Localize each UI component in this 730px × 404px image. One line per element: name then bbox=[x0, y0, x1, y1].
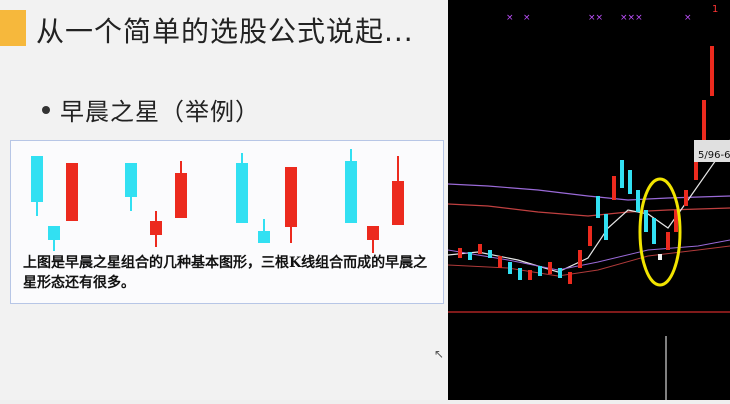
chart-candle bbox=[528, 270, 532, 280]
chart-candle bbox=[710, 46, 714, 96]
chart-candle bbox=[628, 170, 632, 194]
example-3-bull-candle bbox=[285, 167, 297, 227]
example-1-bear-candle bbox=[31, 156, 43, 202]
chart-candle bbox=[488, 250, 492, 258]
slide: 从一个简单的选股公式说起... 早晨之星（举例） 上图是早晨之星组合的几种基本图… bbox=[0, 0, 730, 400]
top-marker: × bbox=[506, 13, 514, 23]
chart-candle bbox=[684, 190, 688, 206]
chart-candle bbox=[578, 250, 582, 268]
mouse-cursor-icon: ↖ bbox=[434, 347, 445, 361]
chart-candle bbox=[518, 268, 522, 280]
morning-star-example-panel: 上图是早晨之星组合的几种基本图形，三根K线组合而成的早晨之星形态还有很多。 bbox=[10, 140, 444, 304]
top-marker: × bbox=[523, 13, 531, 23]
title-accent-bar bbox=[0, 10, 26, 46]
example-4-bear-candle bbox=[345, 161, 357, 223]
chart-candle bbox=[458, 248, 462, 258]
top-marker: × bbox=[684, 13, 692, 23]
example-candles bbox=[31, 149, 404, 253]
example-4-bull-candle bbox=[392, 181, 404, 225]
chart-candle bbox=[702, 100, 706, 140]
bullet-item: 早晨之星（举例） bbox=[42, 92, 260, 127]
chart-candle bbox=[558, 268, 562, 278]
example-caption: 上图是早晨之星组合的几种基本图形，三根K线组合而成的早晨之星形态还有很多。 bbox=[23, 255, 428, 291]
chart-candle bbox=[588, 226, 592, 246]
bullet-text: 早晨之星（举例） bbox=[60, 98, 260, 126]
chart-candle bbox=[636, 190, 640, 212]
chart-candle bbox=[498, 256, 502, 268]
chart-candle bbox=[568, 272, 572, 284]
example-2-bear-candle bbox=[125, 163, 137, 197]
top-marker: ××× bbox=[620, 13, 643, 23]
slide-title: 从一个简单的选股公式说起... bbox=[36, 15, 414, 48]
example-1-bull-candle bbox=[66, 163, 78, 221]
chart-candle bbox=[478, 244, 482, 254]
chart-candle bbox=[596, 196, 600, 218]
example-3-bear-candle bbox=[236, 163, 248, 223]
chart-candle bbox=[538, 266, 542, 276]
example-3-star-candle bbox=[258, 231, 270, 243]
bullet-dot-icon bbox=[42, 105, 50, 114]
stock-chart: × × ×× ××× × 1 5/96-6 bbox=[447, 0, 730, 400]
example-4-star-candle bbox=[367, 226, 379, 240]
chart-candle bbox=[468, 252, 472, 260]
chart-candle bbox=[548, 262, 552, 274]
chart-candle bbox=[604, 214, 608, 240]
chart-candle bbox=[666, 232, 670, 250]
chart-candle bbox=[658, 254, 662, 260]
chart-candle bbox=[508, 262, 512, 274]
chart-candle bbox=[620, 160, 624, 188]
chart-candle bbox=[612, 176, 616, 200]
stock-chart-panel: × × ×× ××× × 1 5/96-6 bbox=[447, 0, 730, 400]
chart-candle bbox=[644, 210, 648, 232]
example-2-bull-candle bbox=[175, 173, 187, 218]
chart-candle bbox=[652, 218, 656, 244]
example-1-star-candle bbox=[48, 226, 60, 240]
top-marker: ×× bbox=[588, 13, 603, 23]
chart-label: 5/96-6 bbox=[698, 150, 730, 161]
corner-label: 1 bbox=[712, 4, 718, 15]
